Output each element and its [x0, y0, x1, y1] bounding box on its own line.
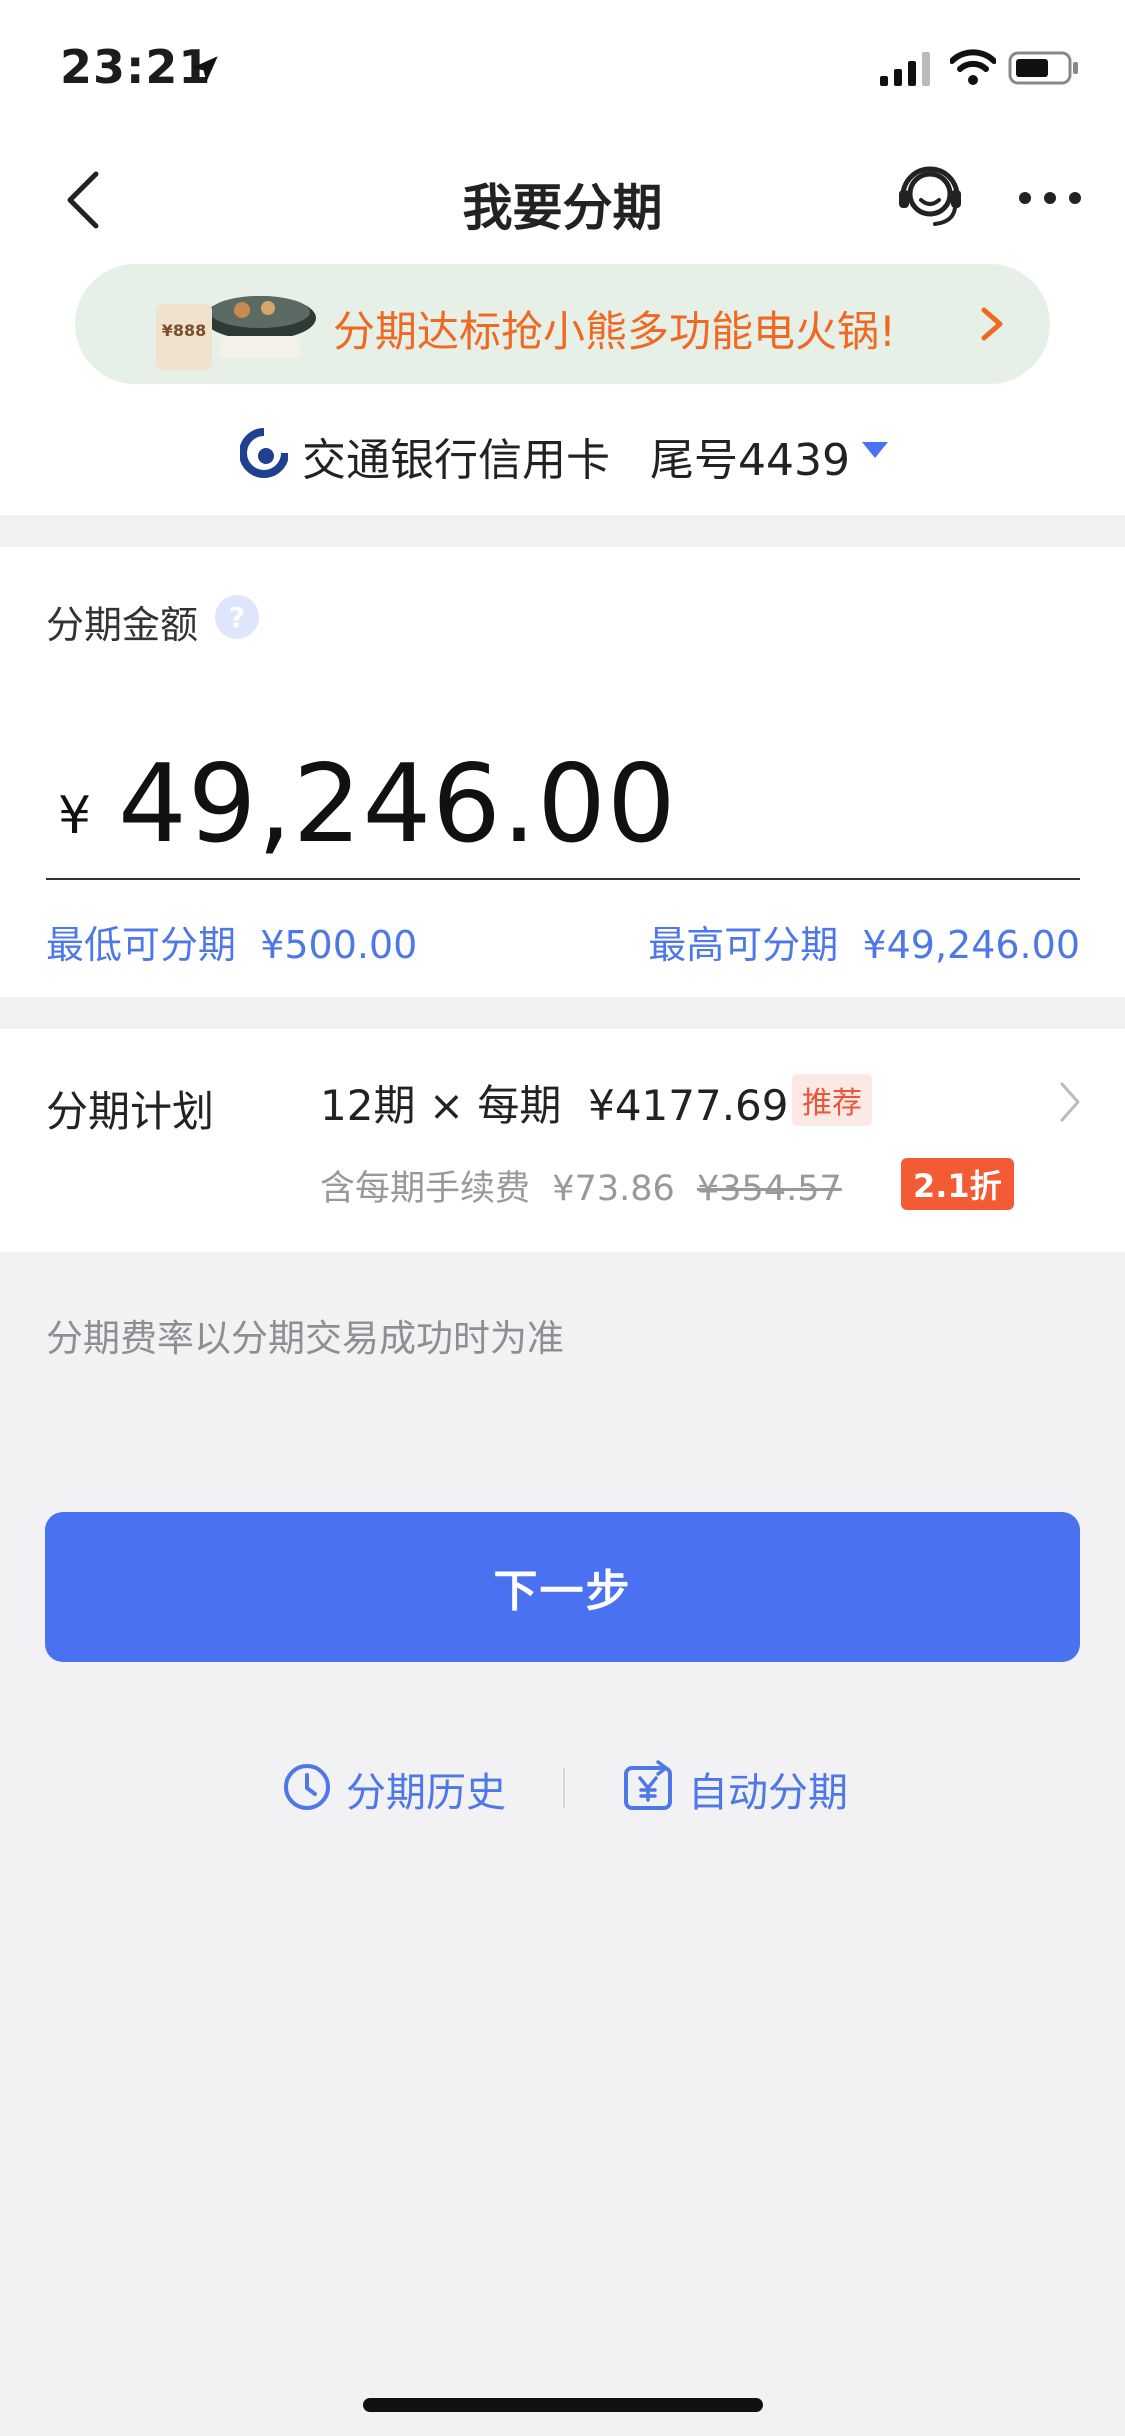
recommend-badge: 推荐: [792, 1074, 872, 1126]
wifi-icon: [950, 49, 996, 85]
battery-icon: [1008, 51, 1078, 85]
max-amount: 最高可分期 ¥49,246.00: [600, 914, 1080, 969]
min-amount-value: ¥500.00: [260, 923, 418, 967]
customer-service-icon[interactable]: [895, 160, 965, 232]
svg-text:?: ?: [229, 601, 245, 634]
chevron-right-icon[interactable]: [1058, 1080, 1082, 1124]
discount-badge: 2.1折: [901, 1158, 1014, 1210]
banner-image-tag: ¥888: [162, 321, 207, 340]
plan-summary: 12期 × 每期 ¥4177.69: [320, 1072, 789, 1133]
max-amount-label: 最高可分期: [648, 923, 839, 967]
installment-history-link[interactable]: 分期历史: [346, 1760, 506, 1818]
clock-icon[interactable]: [282, 1762, 332, 1812]
min-amount: 最低可分期 ¥500.00: [46, 914, 417, 969]
hotpot-product-image: ¥888: [156, 296, 316, 370]
card-tail-number[interactable]: 尾号4439: [650, 424, 850, 488]
caret-down-icon[interactable]: [862, 440, 888, 460]
help-icon[interactable]: ?: [214, 594, 260, 640]
link-divider: [563, 1768, 565, 1808]
more-icon[interactable]: [1015, 178, 1085, 218]
next-button[interactable]: 下一步: [45, 1512, 1080, 1662]
fee-value: ¥73.86: [552, 1169, 675, 1209]
bank-logo-icon: [240, 428, 288, 478]
home-indicator: [363, 2398, 763, 2412]
amount-label: 分期金额: [46, 603, 199, 647]
currency-sign: ¥: [58, 786, 92, 846]
auto-installment-link[interactable]: 自动分期: [688, 1760, 848, 1818]
fee-label: 含每期手续费: [320, 1169, 531, 1209]
times-sign: ×: [428, 1081, 465, 1130]
banner-text: 分期达标抢小熊多功能电火锅!: [333, 307, 896, 356]
max-amount-value: ¥49,246.00: [862, 923, 1080, 967]
per-label: 每期: [477, 1081, 562, 1130]
per-amount: ¥4177.69: [588, 1081, 789, 1130]
plan-periods: 12期: [320, 1081, 416, 1130]
rate-note: 分期费率以分期交易成功时为准: [46, 1317, 564, 1360]
fee-info: 含每期手续费 ¥73.86 ¥354.57: [320, 1160, 842, 1211]
installment-plan-row[interactable]: [0, 1029, 1125, 1252]
plan-label: 分期计划: [46, 1087, 215, 1136]
amount-underline: [46, 878, 1080, 880]
fee-original: ¥354.57: [697, 1169, 842, 1209]
signal-icon: [880, 52, 930, 86]
bank-name[interactable]: 交通银行信用卡: [302, 424, 610, 488]
min-amount-label: 最低可分期: [46, 923, 237, 967]
auto-installment-icon[interactable]: [622, 1760, 674, 1814]
chevron-right-icon: [981, 307, 1003, 341]
amount-input[interactable]: 49,246.00: [118, 742, 677, 867]
location-arrow-icon: [192, 56, 218, 82]
